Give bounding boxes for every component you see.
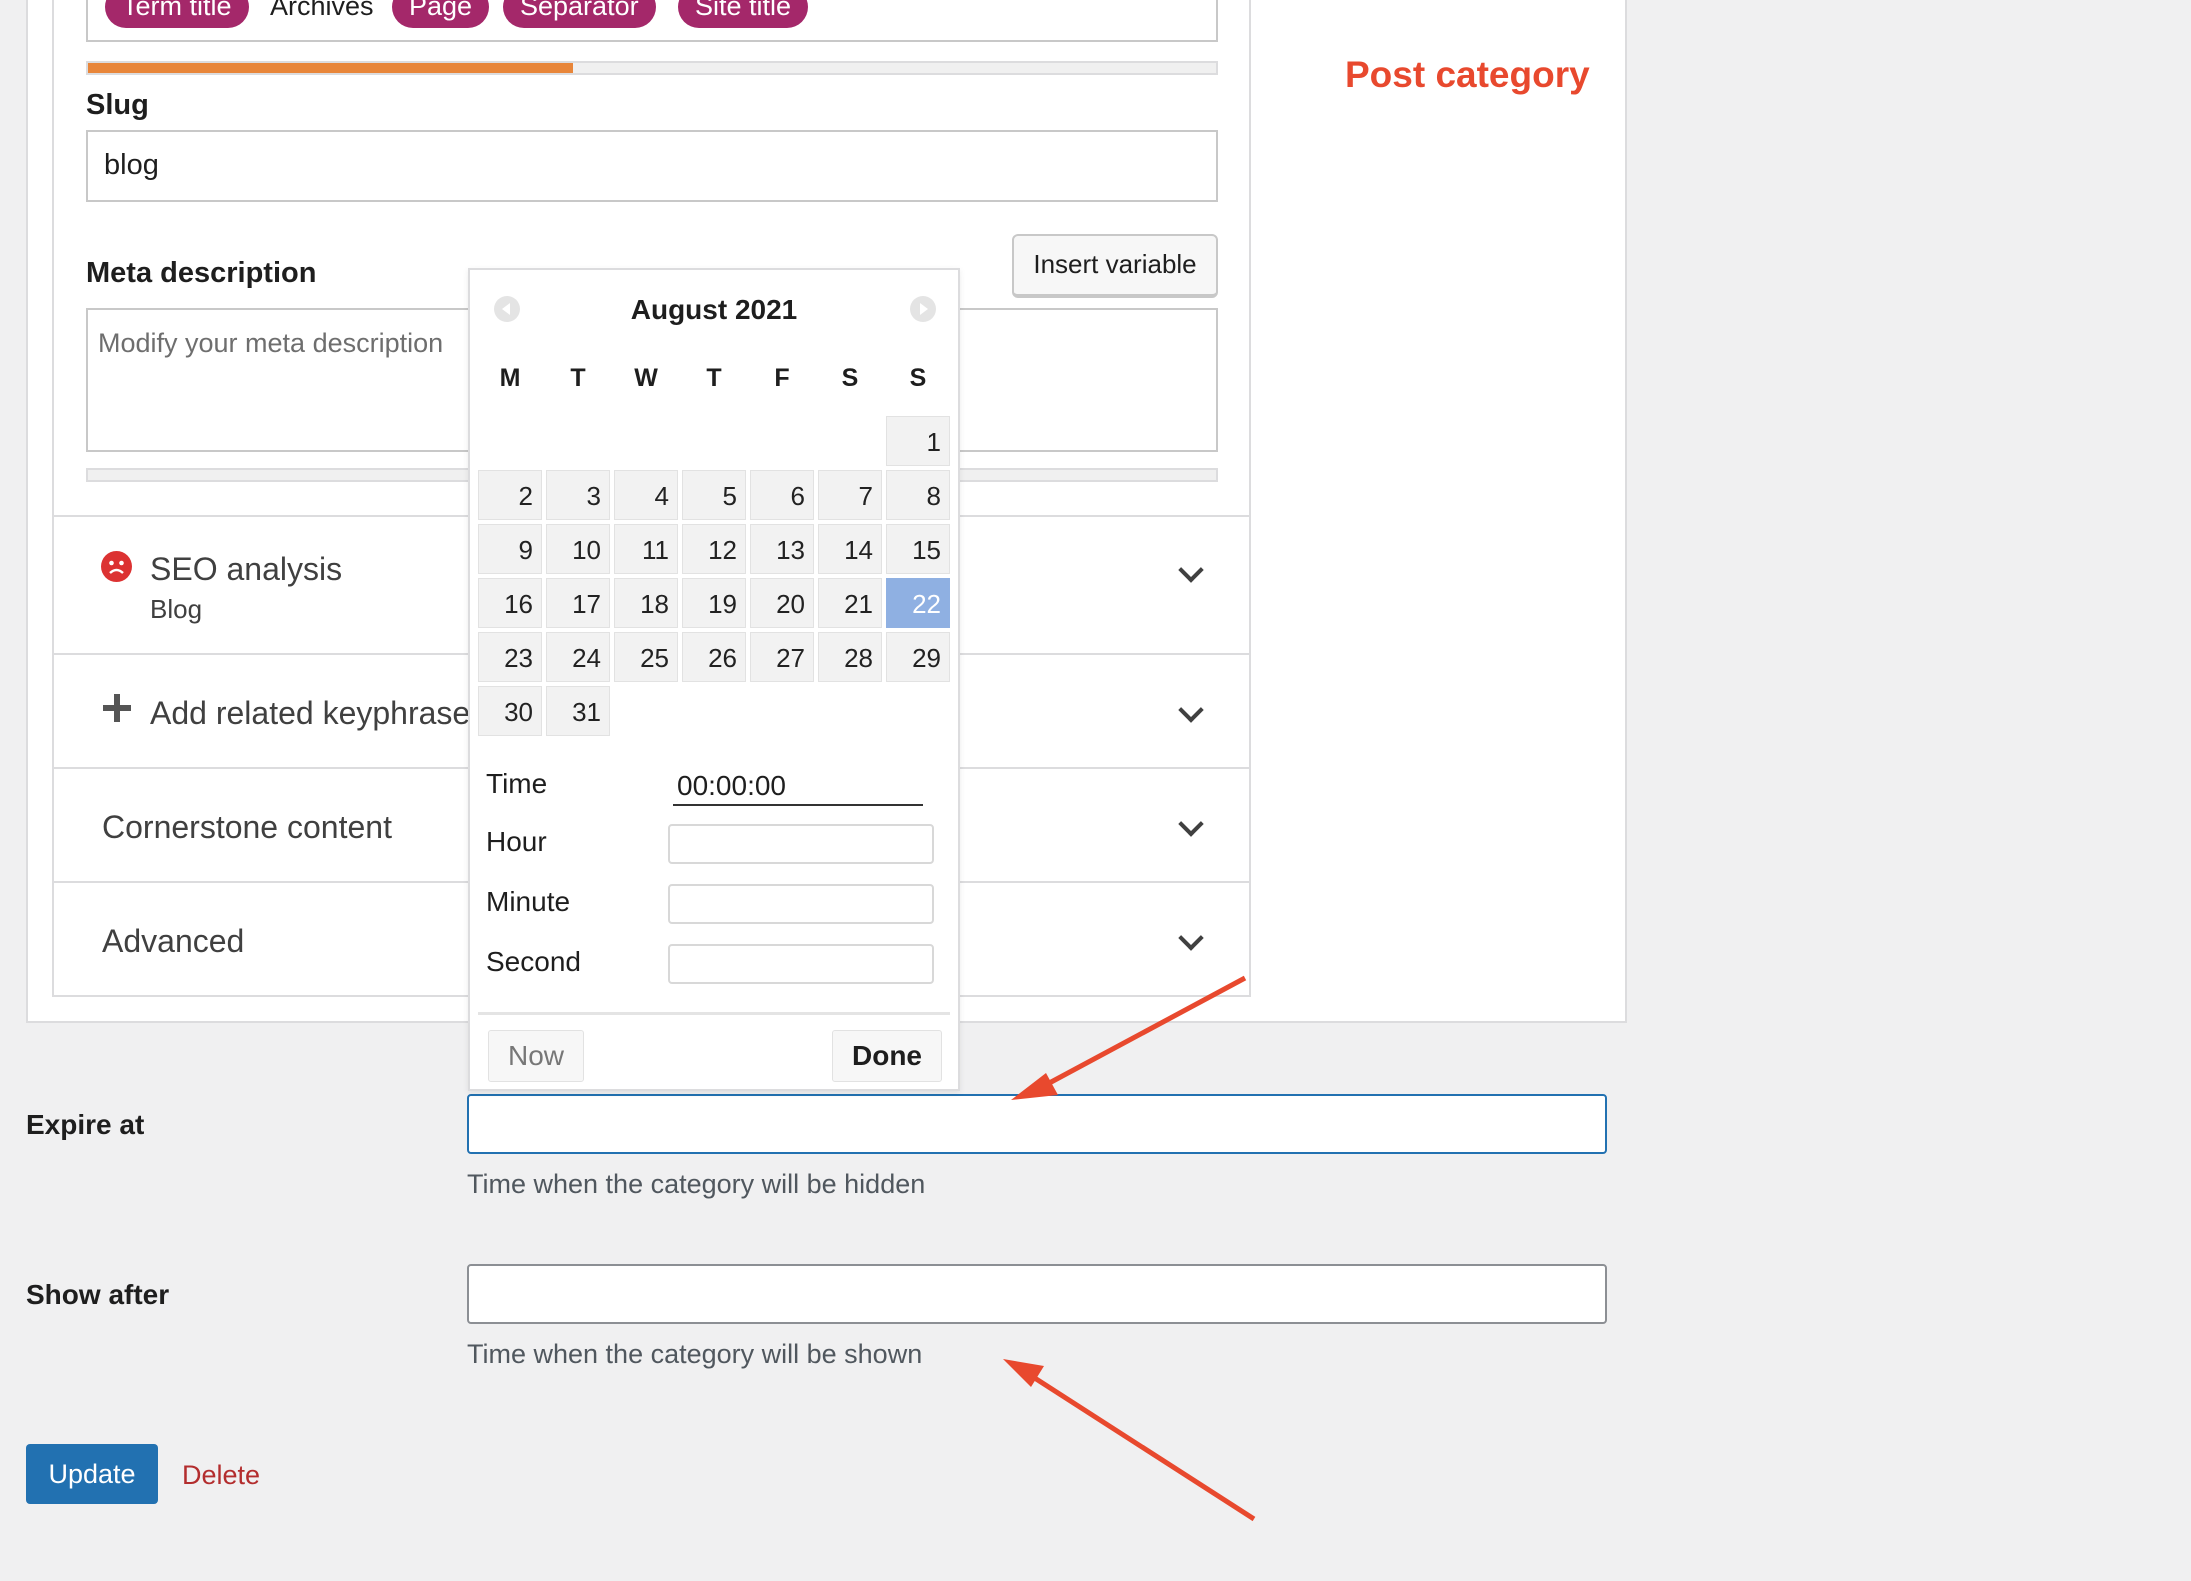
annotation-arrows (1003, 975, 1256, 1522)
arrow-to-show-after-hint (1003, 1359, 1256, 1522)
arrow-to-expire-field (1011, 975, 1247, 1100)
